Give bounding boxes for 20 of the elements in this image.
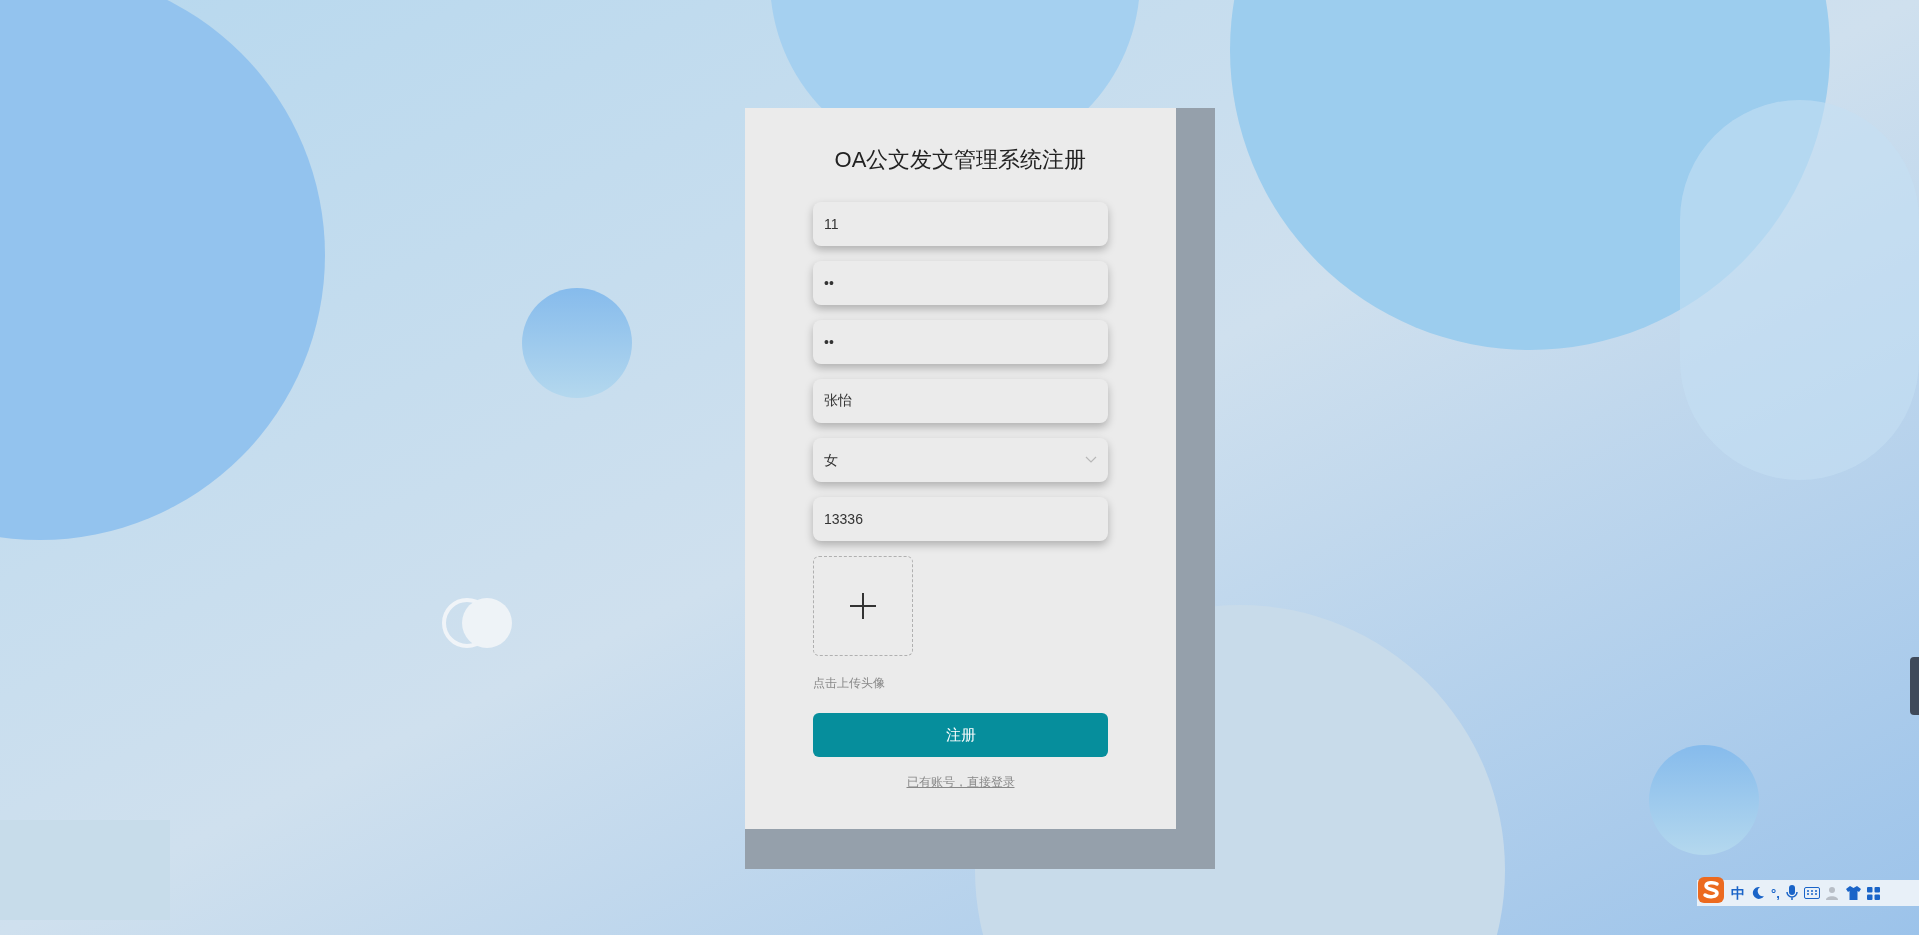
input-field[interactable]: •• — [813, 261, 1108, 305]
form-title: OA公文发文管理系统注册 — [834, 146, 1087, 174]
input-field[interactable]: 13336 — [813, 497, 1108, 541]
side-handle[interactable] — [1910, 657, 1919, 715]
upload-hint: 点击上传头像 — [813, 676, 886, 690]
chevron-down-icon — [1085, 456, 1097, 464]
input-mode-toggle[interactable]: 中 — [1731, 886, 1745, 900]
input-field[interactable]: 张怡 — [813, 379, 1108, 423]
keyboard-icon[interactable] — [1803, 887, 1820, 899]
input-field[interactable]: 11 — [813, 202, 1108, 246]
grid-icon[interactable] — [1866, 886, 1880, 900]
microphone-icon[interactable] — [1785, 885, 1798, 901]
plus-icon — [849, 592, 877, 620]
punctuation-toggle[interactable]: °, — [1771, 886, 1780, 900]
moon-icon[interactable] — [1751, 886, 1765, 900]
shirt-icon[interactable] — [1845, 886, 1861, 900]
select-field[interactable]: 女 — [813, 438, 1108, 482]
logo-icon[interactable] — [1697, 876, 1725, 904]
register-button[interactable]: 注册 — [813, 713, 1108, 757]
input-field[interactable]: •• — [813, 320, 1108, 364]
